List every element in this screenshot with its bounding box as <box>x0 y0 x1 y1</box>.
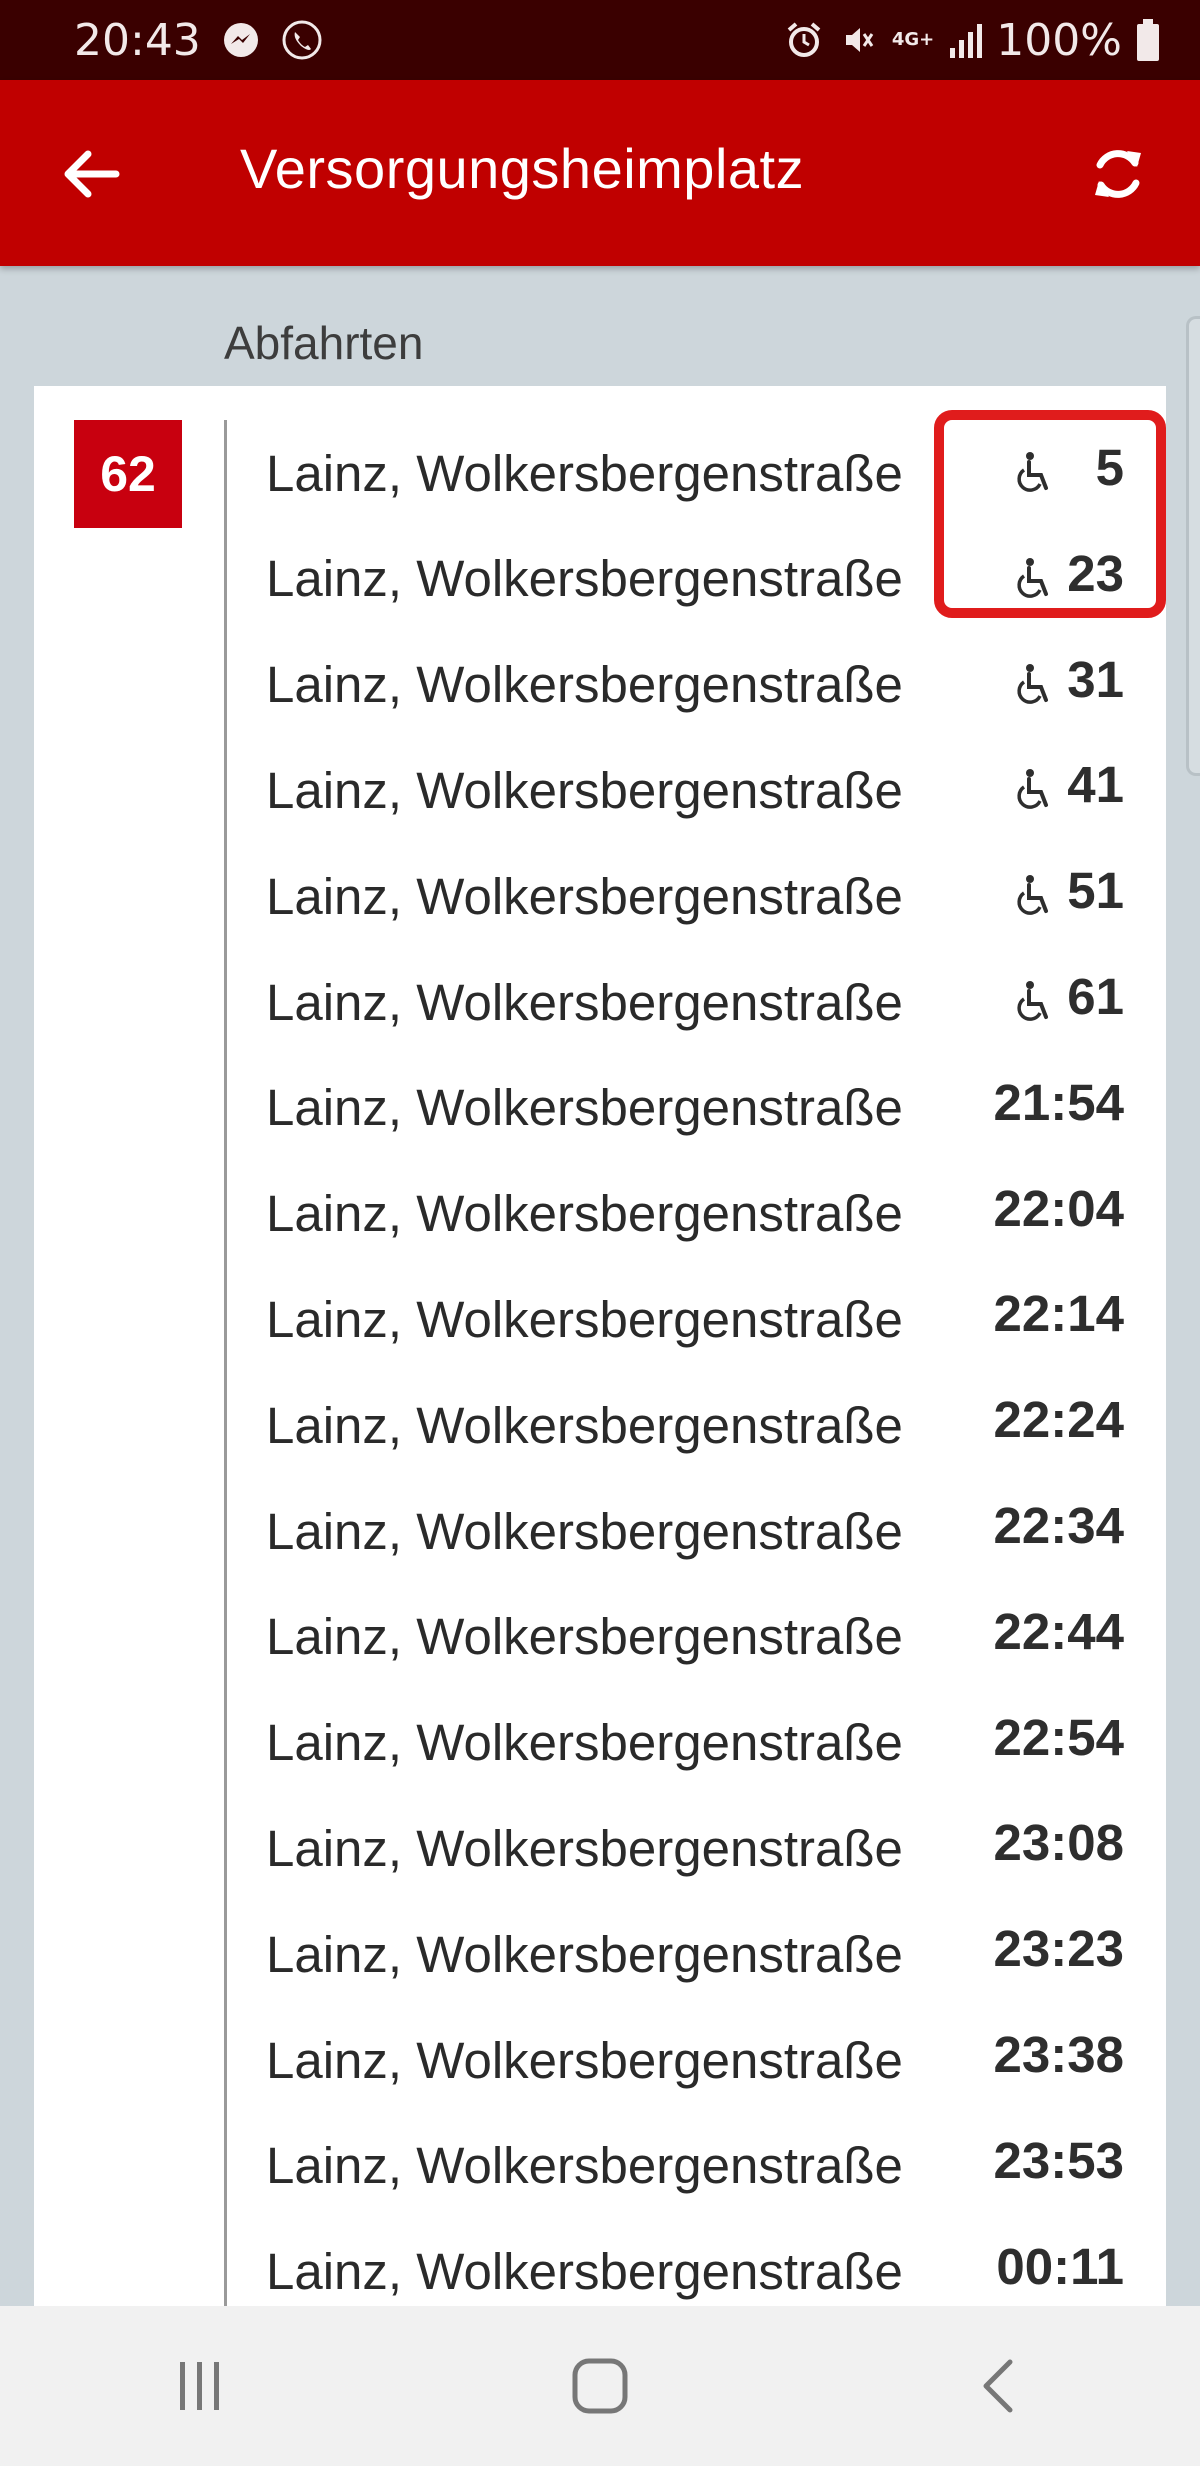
departure-row[interactable]: Lainz, Wolkersbergenstraße 22:54 <box>266 1690 1166 1796</box>
departure-destination: Lainz, Wolkersbergenstraße <box>266 550 903 608</box>
departure-row[interactable]: Lainz, Wolkersbergenstraße 31 <box>266 632 1166 738</box>
back-nav-button[interactable] <box>940 2326 1060 2446</box>
wheelchair-icon <box>1017 981 1048 1021</box>
system-nav-bar <box>0 2306 1200 2466</box>
departure-time: 23:38 <box>993 2026 1124 2083</box>
departure-time: 5 <box>1095 439 1124 496</box>
refresh-icon <box>1095 150 1141 198</box>
departure-destination: Lainz, Wolkersbergenstraße <box>266 867 903 925</box>
departure-row[interactable]: Lainz, Wolkersbergenstraße 22:44 <box>266 1584 1166 1690</box>
departure-row[interactable]: Lainz, Wolkersbergenstraße 41 <box>266 737 1166 843</box>
departure-destination: Lainz, Wolkersbergenstraße <box>266 1502 903 1560</box>
departure-row[interactable]: Lainz, Wolkersbergenstraße 23 <box>266 526 1166 632</box>
battery-icon <box>1136 18 1160 62</box>
departure-time: 51 <box>1067 862 1124 920</box>
wheelchair-icon <box>1017 875 1048 916</box>
home-button[interactable] <box>540 2326 660 2446</box>
departure-destination: Lainz, Wolkersbergenstraße <box>266 1185 903 1243</box>
battery-percentage: 100% <box>996 14 1122 66</box>
home-icon <box>572 2358 628 2414</box>
back-icon <box>983 2359 1013 2413</box>
departure-row[interactable]: Lainz, Wolkersbergenstraße 23:08 <box>266 1795 1166 1901</box>
departure-destination: Lainz, Wolkersbergenstraße <box>266 1925 903 1983</box>
departure-destination: Lainz, Wolkersbergenstraße <box>266 2243 903 2301</box>
recent-apps-button[interactable] <box>140 2326 260 2446</box>
departure-row[interactable]: Lainz, Wolkersbergenstraße 21:54 <box>266 1055 1166 1161</box>
departure-time: 41 <box>1067 756 1124 814</box>
departure-destination: Lainz, Wolkersbergenstraße <box>266 761 903 819</box>
wheelchair-icon <box>1017 663 1048 704</box>
departure-time: 22:04 <box>993 1179 1124 1237</box>
status-left: 20:43 <box>74 15 323 66</box>
scroll-handle[interactable] <box>1186 316 1200 776</box>
refresh-button[interactable] <box>1080 136 1156 212</box>
network-4g-icon: 4G+ <box>892 31 934 49</box>
departure-destination: Lainz, Wolkersbergenstraße <box>266 656 903 714</box>
departure-time: 00:11 <box>996 2237 1124 2295</box>
departure-time: 22:14 <box>993 1285 1124 1343</box>
departure-destination: Lainz, Wolkersbergenstraße <box>266 1819 903 1877</box>
network-label: 4G+ <box>891 29 935 50</box>
departure-row[interactable]: Lainz, Wolkersbergenstraße 22:34 <box>266 1478 1166 1584</box>
signal-icon <box>948 20 984 60</box>
arrow-left-icon <box>64 150 120 198</box>
departure-time: 22:24 <box>993 1391 1124 1449</box>
departure-destination: Lainz, Wolkersbergenstraße <box>266 1396 903 1454</box>
departure-row[interactable]: Lainz, Wolkersbergenstraße 51 <box>266 843 1166 949</box>
departure-time: 21:54 <box>993 1073 1124 1131</box>
app-bar: Versorgungsheimplatz <box>0 80 1200 266</box>
phone-call-icon <box>281 19 323 61</box>
status-bar: 20:43 4G+ 100% <box>0 0 1200 80</box>
messenger-icon <box>221 20 261 60</box>
back-button[interactable] <box>58 142 122 206</box>
departure-destination: Lainz, Wolkersbergenstraße <box>266 444 903 502</box>
departure-time: 23:23 <box>993 1920 1124 1978</box>
departure-destination: Lainz, Wolkersbergenstraße <box>266 973 903 1031</box>
departure-row[interactable]: Lainz, Wolkersbergenstraße 22:24 <box>266 1372 1166 1478</box>
departure-time: 31 <box>1067 650 1124 708</box>
divider <box>224 420 227 2306</box>
departure-time: 22:54 <box>993 1708 1124 1766</box>
departure-time: 23:08 <box>993 1814 1124 1872</box>
departure-row[interactable]: Lainz, Wolkersbergenstraße 23:53 <box>266 2113 1166 2219</box>
departure-destination: Lainz, Wolkersbergenstraße <box>266 1290 903 1348</box>
departure-row[interactable]: Lainz, Wolkersbergenstraße 22:04 <box>266 1161 1166 1267</box>
departure-destination: Lainz, Wolkersbergenstraße <box>266 1079 903 1137</box>
section-header: Abfahrten <box>224 317 424 369</box>
departure-row[interactable]: Lainz, Wolkersbergenstraße 23:38 <box>266 2007 1166 2113</box>
departure-time: 23:53 <box>993 2131 1124 2189</box>
departure-time: 22:44 <box>993 1602 1124 1660</box>
departure-destination: Lainz, Wolkersbergenstraße <box>266 1608 903 1666</box>
line-badge[interactable]: 62 <box>74 420 182 528</box>
page-title: Versorgungsheimplatz <box>240 137 805 200</box>
departure-time: 22:34 <box>993 1497 1124 1554</box>
status-right: 4G+ 100% <box>770 15 1160 66</box>
departure-time: 23 <box>1067 544 1124 602</box>
departure-row[interactable]: Lainz, Wolkersbergenstraße 23:23 <box>266 1901 1166 2007</box>
departure-time: 61 <box>1067 968 1124 1025</box>
departure-row[interactable]: Lainz, Wolkersbergenstraße 22:14 <box>266 1266 1166 1372</box>
departure-row[interactable]: Lainz, Wolkersbergenstraße 61 <box>266 949 1166 1055</box>
departure-row[interactable]: Lainz, Wolkersbergenstraße 5 <box>266 420 1166 526</box>
departure-destination: Lainz, Wolkersbergenstraße <box>266 2137 903 2195</box>
wheelchair-icon <box>1017 769 1048 810</box>
recent-apps-icon <box>180 2362 219 2410</box>
status-time: 20:43 <box>74 14 201 66</box>
departures-card: 62 Lainz, Wolkersbergenstraße 5 Lainz, Wol… <box>34 386 1166 2306</box>
departure-destination: Lainz, Wolkersbergenstraße <box>266 2031 903 2089</box>
wheelchair-icon <box>1017 452 1048 492</box>
wheelchair-icon <box>1017 557 1048 598</box>
departure-destination: Lainz, Wolkersbergenstraße <box>266 1714 903 1772</box>
mute-icon <box>838 20 878 60</box>
alarm-icon <box>784 20 824 60</box>
